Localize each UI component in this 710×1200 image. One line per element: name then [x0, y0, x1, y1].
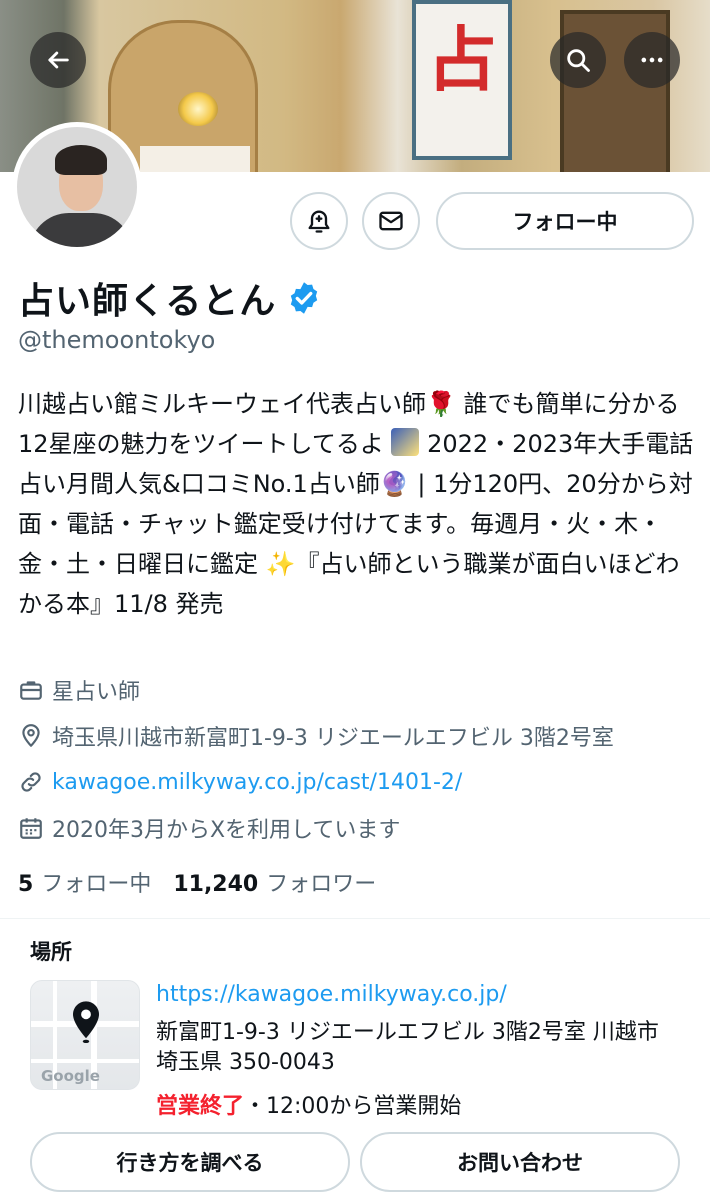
shooting-star-emoji [391, 428, 420, 456]
profile-handle: @themoontokyo [18, 326, 216, 354]
back-arrow-icon [48, 51, 69, 69]
website-row: kawagoe.milkyway.co.jp/cast/1401-2/ [18, 766, 462, 798]
location-section-title: 場所 [30, 940, 72, 964]
sparkles-emoji: ✨ [265, 550, 296, 578]
link-icon [21, 772, 41, 792]
profile-bio: 川越占い館ミルキーウェイ代表占い師🌹 誰でも簡単に分かる12星座の魅力をツイート… [18, 384, 698, 624]
map-thumbnail[interactable]: Google [30, 980, 140, 1090]
google-logo: Google [41, 1067, 100, 1085]
following-label: フォロー中 [41, 872, 152, 897]
directions-button[interactable]: 行き方を調べる [30, 1132, 350, 1192]
closed-status: 営業終了 [156, 1094, 245, 1119]
more-button[interactable] [624, 32, 680, 88]
following-button[interactable]: フォロー中 [436, 192, 694, 250]
bio-text-1: 川越占い館ミルキーウェイ代表占い師 [18, 390, 426, 418]
verified-badge-icon[interactable] [286, 280, 322, 316]
back-button[interactable] [30, 32, 86, 88]
avatar-body [29, 213, 133, 247]
more-icon [641, 57, 663, 63]
mail-icon [379, 211, 403, 231]
contact-button[interactable]: お問い合わせ [360, 1132, 680, 1192]
search-button[interactable] [550, 32, 606, 88]
briefcase-icon [20, 681, 42, 700]
location-row: 埼玉県川越市新富町1-9-3 リジエールエフビル 3階2号室 [18, 720, 614, 752]
crystal-ball-emoji: 🔮 [379, 470, 410, 498]
banner-sign-char: 占 [427, 18, 497, 101]
followers-count: 11,240 [173, 872, 259, 897]
joined-text: 2020年3月からXを利用しています [52, 818, 401, 843]
calendar-icon [20, 818, 42, 839]
message-button[interactable] [362, 192, 420, 250]
following-count: 5 [18, 872, 34, 897]
map-pin-icon [73, 1001, 99, 1044]
banner-board [140, 146, 250, 172]
business-hours: 営業終了・12:00から営業開始 [156, 1088, 461, 1120]
rose-emoji: 🌹 [426, 390, 456, 418]
location-pin-icon [22, 724, 40, 747]
profile-name: 占い師くるとん [18, 272, 322, 324]
banner-sign: 占 [412, 0, 512, 160]
following-count-link[interactable]: 5 フォロー中 [18, 866, 151, 898]
avatar-hair [55, 145, 107, 175]
section-divider [0, 918, 710, 919]
notifications-button[interactable] [290, 192, 348, 250]
location-text: 埼玉県川越市新富町1-9-3 リジエールエフビル 3階2号室 [52, 726, 614, 751]
follow-counts: 5 フォロー中 11,240 フォロワー [18, 866, 376, 898]
followers-label: フォロワー [266, 872, 377, 897]
banner-lamp [178, 92, 218, 126]
website-link[interactable]: kawagoe.milkyway.co.jp/cast/1401-2/ [52, 770, 462, 795]
opening-time: ・12:00から営業開始 [244, 1094, 462, 1119]
display-name: 占い師くるとん [18, 281, 277, 322]
followers-count-link[interactable]: 11,240 フォロワー [173, 866, 376, 898]
joined-row: 2020年3月からXを利用しています [18, 812, 400, 844]
profession-row: 星占い師 [18, 674, 140, 706]
avatar[interactable] [12, 122, 142, 252]
map-road [31, 1059, 139, 1063]
location-address: 新富町1-9-3 リジエールエフビル 3階2号室 川越市 埼玉県 350-004… [156, 1020, 659, 1075]
search-icon [567, 49, 590, 72]
profession-text: 星占い師 [52, 680, 141, 705]
notification-bell-icon [308, 210, 330, 233]
location-website-link[interactable]: https://kawagoe.milkyway.co.jp/ [156, 982, 507, 1007]
